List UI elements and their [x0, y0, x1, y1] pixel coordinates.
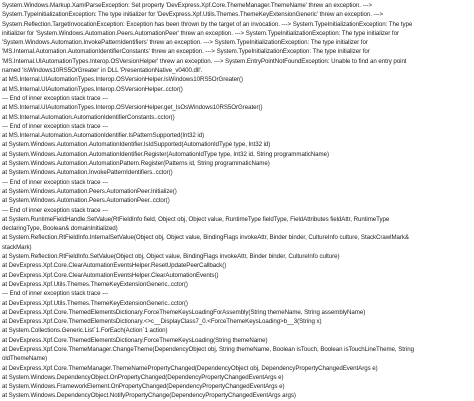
stack-trace-line: at System.Windows.FrameworkElement.OnPro… — [2, 383, 285, 391]
stack-trace-line: at System.Windows.Automation.Peers.Autom… — [2, 187, 177, 195]
stack-trace-line: at DevExpress.Xpf.Core.ClearAutomationEv… — [2, 271, 219, 279]
stack-trace-line: at MS.Internal.UIAutomationTypes.Interop… — [2, 85, 183, 93]
stack-trace-line: stackMark) — [2, 243, 32, 251]
stack-trace-line: at System.Reflection.RtFieldInfo.Interna… — [2, 234, 409, 242]
stack-trace-line: at DevExpress.Xpf.Core.ThemedElementsDic… — [2, 318, 322, 326]
stack-trace-line: --- End of inner exception stack trace -… — [2, 122, 109, 130]
stack-trace-line: oldThemeName) — [2, 355, 48, 363]
stack-trace-line: at System.Windows.Automation.AutomationI… — [2, 150, 329, 158]
stack-trace-line: at DevExpress.Xpf.Core.ThemedElementsDic… — [2, 336, 268, 344]
stack-trace-line: System.Reflection.TargetInvocationExcept… — [2, 20, 413, 28]
stack-trace-line: 'MS.Internal.Automation.AutomationIdenti… — [2, 48, 370, 56]
stack-trace-line: at System.Windows.Automation.AutomationP… — [2, 160, 270, 168]
stack-trace-line: 'MS.Internal.UIAutomationTypes.Interop.O… — [2, 57, 407, 65]
stack-trace-line: --- End of inner exception stack trace -… — [2, 178, 109, 186]
stack-trace-line: at MS.Internal.Automation.AutomationIden… — [2, 113, 175, 121]
stack-trace-line: at DevExpress.Xpf.Utils.Themes.ThemeKeyE… — [2, 299, 188, 307]
exception-stack-trace: System.Windows.Markup.XamlParseException… — [2, 1, 472, 401]
stack-trace-line: --- End of inner exception stack trace -… — [2, 290, 109, 298]
stack-trace-line: at System.Windows.Automation.InvokePatte… — [2, 169, 173, 177]
stack-trace-line: at MS.Internal.Automation.AutomationIden… — [2, 132, 205, 140]
stack-trace-line: --- End of inner exception stack trace -… — [2, 94, 109, 102]
stack-trace-line: named 'IsWindows10RS5OrGreater' in DLL '… — [2, 67, 203, 75]
stack-trace-line: at DevExpress.Xpf.Core.ClearAutomationEv… — [2, 262, 227, 270]
stack-trace-line: at DevExpress.Xpf.Core.ThemeManager.Them… — [2, 364, 378, 372]
stack-trace-line: at DevExpress.Xpf.Core.ThemedElementsDic… — [2, 308, 366, 316]
stack-trace-line: at System.Windows.Automation.AutomationI… — [2, 141, 271, 149]
stack-trace-line: at DevExpress.Xpf.Utils.Themes.ThemeKeyE… — [2, 280, 188, 288]
stack-trace-line: at DevExpress.Xpf.Core.ThemeManager.Chan… — [2, 345, 414, 353]
stack-trace-line: at MS.Internal.UIAutomationTypes.Interop… — [2, 104, 263, 112]
stack-trace-line: at MS.Internal.UIAutomationTypes.Interop… — [2, 76, 243, 84]
stack-trace-line: System.TypeInitializationException: The … — [2, 11, 384, 19]
stack-trace-line: at System.Windows.DependencyObject.OnPro… — [2, 373, 284, 381]
stack-trace-line: initializer for 'System.Windows.Automati… — [2, 29, 399, 37]
stack-trace-line: declaringType, Boolean& domainInitialize… — [2, 225, 118, 233]
stack-trace-line: at System.RuntimeFieldHandle.SetValue(Rt… — [2, 215, 390, 223]
stack-trace-line: at System.Windows.DependencyObject.Notif… — [2, 392, 296, 400]
stack-trace-line: --- End of inner exception stack trace -… — [2, 206, 109, 214]
stack-trace-line: 'System.Windows.Automation.InvokePattern… — [2, 39, 368, 47]
stack-trace-line: at System.Reflection.RtFieldInfo.SetValu… — [2, 253, 340, 261]
stack-trace-line: System.Windows.Markup.XamlParseException… — [2, 2, 373, 9]
stack-trace-line: at System.Collections.Generic.List`1.For… — [2, 327, 168, 335]
stack-trace-line: at System.Windows.Automation.Peers.Autom… — [2, 197, 170, 205]
